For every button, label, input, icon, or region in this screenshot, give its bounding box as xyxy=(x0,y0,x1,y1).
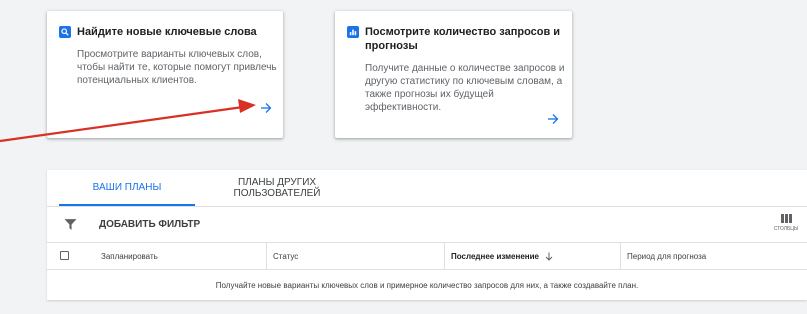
tab-your-plans[interactable]: ВАШИ ПЛАНЫ xyxy=(59,170,195,206)
tab-other-users-plans[interactable]: ПЛАНЫ ДРУГИХ ПОЛЬЗОВАТЕЛЕЙ xyxy=(223,170,331,206)
sort-descending-icon xyxy=(545,252,553,261)
card-description: Просмотрите варианты ключевых слов, чтоб… xyxy=(77,49,277,86)
find-keywords-card[interactable]: Найдите новые ключевые слова Просмотрите… xyxy=(47,11,283,138)
card-title: Посмотрите количество запросов и прогноз… xyxy=(365,26,561,52)
card-header: Найдите новые ключевые слова xyxy=(59,25,273,39)
column-header-last-modified[interactable]: Последнее изменение xyxy=(444,243,620,269)
select-all-checkbox[interactable] xyxy=(60,251,69,260)
arrow-right-icon[interactable] xyxy=(260,102,272,114)
plans-panel: ВАШИ ПЛАНЫ ПЛАНЫ ДРУГИХ ПОЛЬЗОВАТЕЛЕЙ ДО… xyxy=(47,170,807,300)
columns-icon xyxy=(780,214,792,223)
column-header-label: Последнее изменение xyxy=(451,251,539,261)
column-header-status[interactable]: Статус xyxy=(266,243,444,269)
columns-button[interactable]: СТОЛБЦЫ xyxy=(771,214,801,238)
search-icon xyxy=(59,26,71,38)
forecast-card[interactable]: Посмотрите количество запросов и прогноз… xyxy=(335,11,572,138)
arrow-right-icon[interactable] xyxy=(547,113,559,125)
empty-table-message: Получайте новые варианты ключевых слов и… xyxy=(215,280,639,290)
add-filter-button[interactable]: ДОБАВИТЬ ФИЛЬТР xyxy=(99,219,200,230)
card-title: Найдите новые ключевые слова xyxy=(77,26,257,38)
column-header-label: Период для прогноза xyxy=(627,251,707,261)
table-header: Запланировать Статус Последнее изменение… xyxy=(47,243,807,270)
column-header-plan[interactable]: Запланировать xyxy=(95,243,266,269)
card-header: Посмотрите количество запросов и прогноз… xyxy=(347,25,562,53)
card-description: Получите данные о количестве запросов и … xyxy=(365,63,565,113)
filter-bar: ДОБАВИТЬ ФИЛЬТР СТОЛБЦЫ xyxy=(47,207,807,243)
columns-label: СТОЛБЦЫ xyxy=(773,226,799,232)
plans-tabs: ВАШИ ПЛАНЫ ПЛАНЫ ДРУГИХ ПОЛЬЗОВАТЕЛЕЙ xyxy=(47,170,807,207)
column-header-forecast-period[interactable]: Период для прогноза xyxy=(620,243,807,269)
column-header-label: Запланировать xyxy=(101,251,158,261)
column-header-label: Статус xyxy=(273,251,299,261)
filter-icon[interactable] xyxy=(64,218,77,231)
bar-chart-icon xyxy=(347,26,359,38)
